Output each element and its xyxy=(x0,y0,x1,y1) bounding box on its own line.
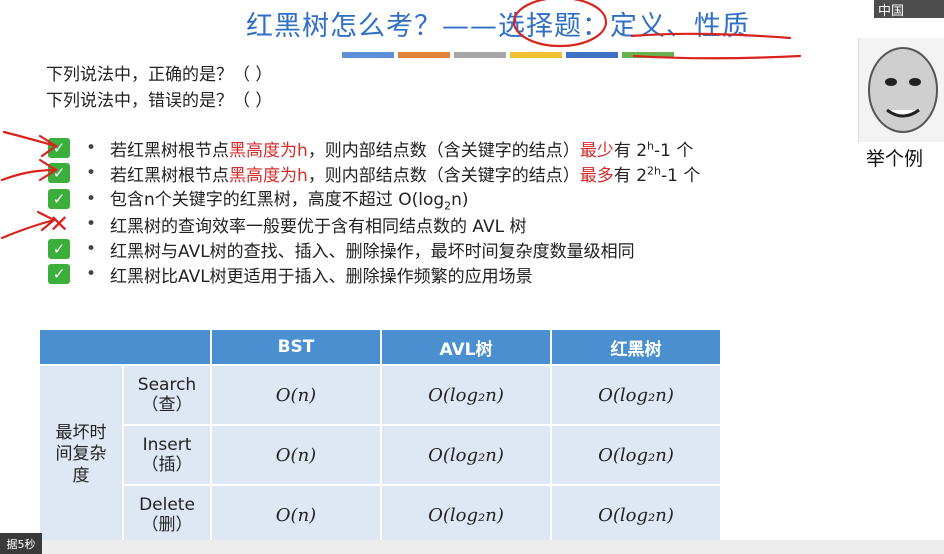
accent-bar-6 xyxy=(622,52,674,58)
header-rbt: 红黑树 xyxy=(550,328,722,366)
statement-row: ✓ • 若红黑树根节点黑高度为h，则内部结点数（含关键字的结点）最少有 2h-1… xyxy=(48,136,694,161)
bullet-dot: • xyxy=(86,239,97,259)
accent-bar-1 xyxy=(342,52,394,58)
statement-row: ✓ • 包含n个关键字的红黑树，高度不超过 O(log2n) xyxy=(48,187,469,213)
face-icon xyxy=(868,47,938,133)
header-blank xyxy=(38,328,212,366)
check-icon: ✓ xyxy=(48,163,70,183)
statement-text: 红黑树的查询效率一般要优于含有相同结点数的 AVL 树 xyxy=(110,216,527,237)
statement-text: 若红黑树根节点黑高度为h，则内部结点数（含关键字的结点）最少有 2h-1 个 xyxy=(110,138,694,161)
header-avl: AVL树 xyxy=(380,328,552,366)
statement-text: 包含n个关键字的红黑树，高度不超过 O(log2n) xyxy=(110,190,469,213)
pen-arrow xyxy=(0,210,56,240)
meme-image xyxy=(858,38,944,142)
table-row: 最坏时 间复杂度 Search （查） O(n) O(log₂n) O(log₂n) xyxy=(38,364,722,546)
statement-text: 红黑树比AVL树更适用于插入、删除操作频繁的应用场景 xyxy=(110,266,533,287)
cell: O(log₂n) xyxy=(550,424,722,486)
bullet-dot: • xyxy=(86,264,97,284)
bullet-dot: • xyxy=(86,189,97,209)
cell: O(log₂n) xyxy=(380,424,552,486)
table-row: Delete （删） O(n) O(log₂n) O(log₂n) xyxy=(39,484,722,546)
cell: O(n) xyxy=(210,364,382,426)
header-bst: BST xyxy=(210,328,382,366)
accent-bar-3 xyxy=(454,52,506,58)
meme-caption: 举个例 xyxy=(866,148,924,170)
cell: O(log₂n) xyxy=(380,484,552,546)
bullet-dot: • xyxy=(86,163,97,183)
table-row: Insert （插） O(n) O(log₂n) O(log₂n) xyxy=(39,424,722,486)
slide-title: 红黑树怎么考？——选择题：定义、性质 xyxy=(246,11,750,42)
table-header-row: BST AVL树 红黑树 xyxy=(38,328,722,366)
cell: O(n) xyxy=(210,484,382,546)
question-correct: 下列说法中，正确的是？（ ） xyxy=(46,65,273,85)
cell: O(log₂n) xyxy=(550,364,722,426)
logo: 中国 xyxy=(874,0,944,19)
check-icon: ✓ xyxy=(48,189,70,209)
bullet-dot: • xyxy=(86,214,97,234)
slide: 中国 红黑树怎么考？——选择题：定义、性质 下列说法中，正确的是？（ ） 下列说… xyxy=(0,0,944,554)
op-search: Search （查） xyxy=(122,364,212,426)
op-insert: Insert （插） xyxy=(122,424,212,486)
check-icon: ✓ xyxy=(48,138,70,158)
op-delete: Delete （删） xyxy=(122,484,212,546)
accent-bar-4 xyxy=(510,52,562,58)
cell: O(log₂n) xyxy=(550,484,722,546)
statement-row: ✓ • 红黑树比AVL树更适用于插入、删除操作频繁的应用场景 xyxy=(48,262,533,287)
check-icon: ✓ xyxy=(48,239,70,259)
statement-row: ✓ • 红黑树与AVL树的查找、插入、删除操作，最坏时间复杂度数量级相同 xyxy=(48,237,635,262)
bullet-dot: • xyxy=(86,138,97,158)
accent-bar-2 xyxy=(398,52,450,58)
cell: O(log₂n) xyxy=(380,364,552,426)
question-wrong: 下列说法中，错误的是？（ ） xyxy=(46,91,273,111)
timer-badge: 据5秒 xyxy=(0,533,42,554)
statement-text: 若红黑树根节点黑高度为h，则内部结点数（含关键字的结点）最多有 22h-1 个 xyxy=(110,163,701,186)
cross-icon: ✕ xyxy=(48,210,70,238)
accent-bar-5 xyxy=(566,52,618,58)
complexity-table: BST AVL树 红黑树 最坏时 间复杂度 Search （查） O(n) O(lo… xyxy=(38,328,722,546)
row-group-label: 最坏时 间复杂度 xyxy=(38,364,124,546)
check-icon: ✓ xyxy=(48,264,70,284)
video-progress-track[interactable] xyxy=(42,540,944,554)
statement-row: ✕ • 红黑树的查询效率一般要优于含有相同结点数的 AVL 树 xyxy=(48,210,527,238)
statement-row: ✓ • 若红黑树根节点黑高度为h，则内部结点数（含关键字的结点）最多有 22h-… xyxy=(48,161,701,186)
statement-text: 红黑树与AVL树的查找、插入、删除操作，最坏时间复杂度数量级相同 xyxy=(110,241,635,262)
cell: O(n) xyxy=(210,424,382,486)
